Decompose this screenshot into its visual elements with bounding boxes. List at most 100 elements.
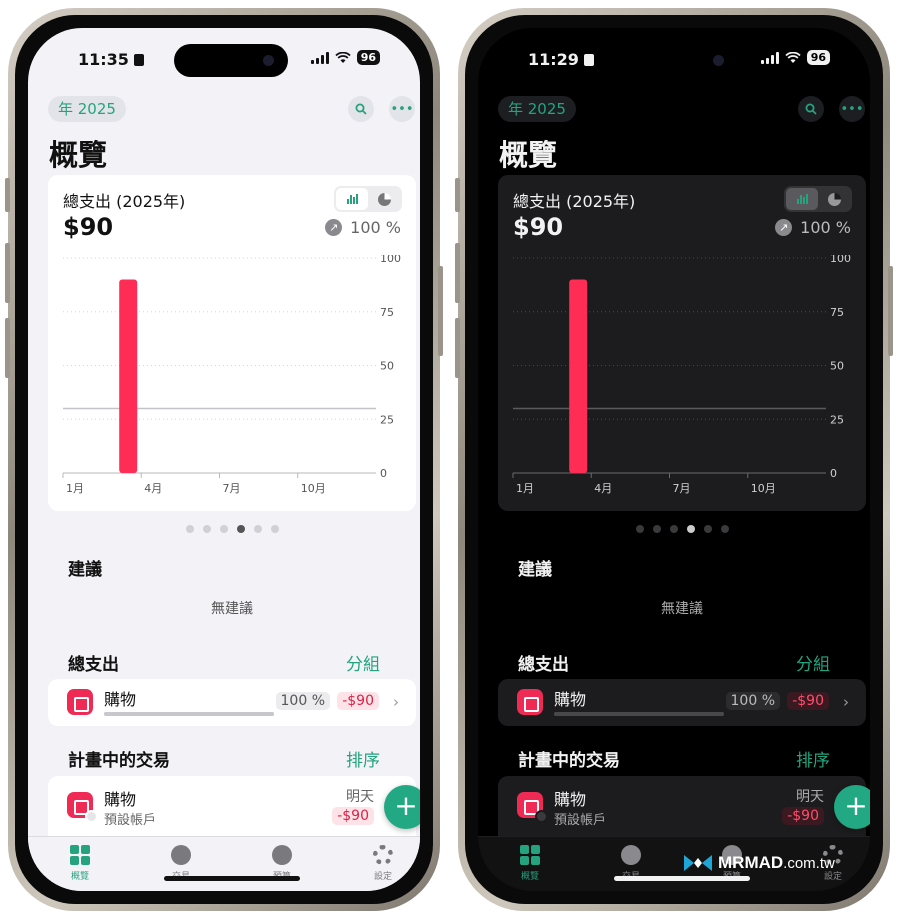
change-indicator: ↗ 100 % [775,218,851,237]
bar-chart: 0 25 50 75 100 1月 4月 7月 10月 [512,255,851,495]
page-dot[interactable] [720,525,729,533]
category-amount: -$90 [787,692,829,710]
y-tick-label: 100 [830,255,851,265]
category-amount: -$90 [337,692,379,710]
chevron-right-icon: › [843,693,849,711]
expense-chart-card: 總支出 (2025年) $90 ↗ 100 % 0 25 50 75 100 1月 4月 7月… [48,175,416,511]
volume-up-button [455,243,460,303]
suggestions-title: 建議 [518,560,552,580]
page-dot[interactable] [270,525,279,533]
bar-3月 [569,279,588,473]
chart-type-toggle [784,186,852,212]
pie-chart-icon [377,192,391,206]
sort-button[interactable]: 排序 [796,746,830,771]
year-filter-button[interactable]: 年 2025 [48,96,126,122]
category-row[interactable]: 購物 100 % -$90 › [48,679,416,726]
page-dot[interactable] [635,525,644,533]
transaction-date: 明天 [796,789,824,805]
wifi-icon [785,51,801,63]
transaction-name: 購物 [104,790,137,809]
category-progress [104,712,274,716]
camera-icon [713,55,724,66]
planned-transaction-row[interactable]: 購物 預設帳戶 明天 -$90 [48,776,416,836]
bar-chart-toggle[interactable] [336,188,368,210]
phone-light: 11:35 96 年 2025 ••• 概覽 總支出 (2025年) $90 ↗… [5,8,443,911]
search-button[interactable] [798,96,824,122]
page-dot[interactable] [185,525,194,533]
page-dot[interactable] [686,525,695,533]
search-icon [805,103,817,115]
spending-title: 總支出 [518,655,569,675]
page-dot[interactable] [219,525,228,533]
change-indicator: ↗ 100 % [325,218,401,237]
search-button[interactable] [348,96,374,122]
chart-icon [272,845,292,865]
page-indicator[interactable] [28,525,420,533]
planned-title: 計畫中的交易 [518,751,620,771]
gear-icon [373,845,393,865]
focus-icon [583,54,594,66]
page-dot[interactable] [202,525,211,533]
home-indicator[interactable] [164,876,300,881]
category-name: 購物 [104,690,137,709]
volume-down-button [5,318,10,378]
status-time: 11:29 [528,50,594,69]
pie-chart-toggle[interactable] [818,188,850,210]
chart-total: $90 [513,213,564,241]
suggestions-empty: 無建議 [661,601,703,617]
tab-overview[interactable]: 概覽 [500,845,560,882]
grid-icon [70,845,90,865]
sort-button[interactable]: 排序 [346,746,380,771]
page-dot[interactable] [236,525,245,533]
bar-chart-icon [796,194,808,204]
x-tick-label: 1月 [516,482,534,495]
group-button[interactable]: 分組 [346,650,380,675]
group-button[interactable]: 分組 [796,650,830,675]
page-dot[interactable] [669,525,678,533]
shopping-bag-icon [517,689,543,715]
power-button [888,266,893,356]
battery-indicator: 96 [356,50,380,65]
y-tick-label: 100 [380,255,401,265]
chevron-right-icon: › [393,693,399,711]
y-tick-label: 75 [830,306,844,319]
shopping-bag-icon [67,689,93,715]
chart-type-toggle [334,186,402,212]
year-filter-button[interactable]: 年 2025 [498,96,576,122]
transaction-name: 購物 [554,790,587,809]
more-button[interactable]: ••• [839,96,865,122]
page-dot[interactable] [253,525,262,533]
recurring-icon [85,810,98,823]
watermark-text: MRMAD.com.tw [718,853,835,872]
phone-dark: 11:29 96 年 2025 ••• 概覽 總支出 (2025年) $90 ↗… [455,8,893,911]
x-tick-label: 10月 [301,482,326,495]
more-button[interactable]: ••• [389,96,415,122]
x-tick-label: 4月 [594,482,612,495]
camera-icon [263,55,274,66]
cellular-signal-icon [760,51,779,64]
y-tick-label: 25 [380,413,394,426]
dynamic-island [624,44,738,77]
category-row[interactable]: 購物 100 % -$90 › [498,679,866,726]
recurring-icon [535,810,548,823]
status-icons: 96 [760,50,830,65]
page-dot[interactable] [652,525,661,533]
add-transaction-button[interactable]: + [834,785,870,829]
add-transaction-button[interactable]: + [384,785,420,829]
y-tick-label: 0 [380,467,387,480]
volume-down-button [455,318,460,378]
pie-chart-toggle[interactable] [368,188,400,210]
screen: 11:35 96 年 2025 ••• 概覽 總支出 (2025年) $90 ↗… [28,28,420,891]
ellipsis-icon: ••• [840,101,864,117]
home-indicator[interactable] [614,876,750,881]
page-indicator[interactable] [478,525,870,533]
bar-chart-toggle[interactable] [786,188,818,210]
page-dot[interactable] [703,525,712,533]
tab-settings[interactable]: 設定 [353,845,413,882]
suggestions-empty: 無建議 [211,601,253,617]
x-tick-label: 7月 [223,482,241,495]
transaction-date: 明天 [346,789,374,805]
tab-overview[interactable]: 概覽 [50,845,110,882]
planned-transaction-row[interactable]: 購物 預設帳戶 明天 -$90 [498,776,866,836]
chart-label: 總支出 (2025年) [513,192,636,211]
